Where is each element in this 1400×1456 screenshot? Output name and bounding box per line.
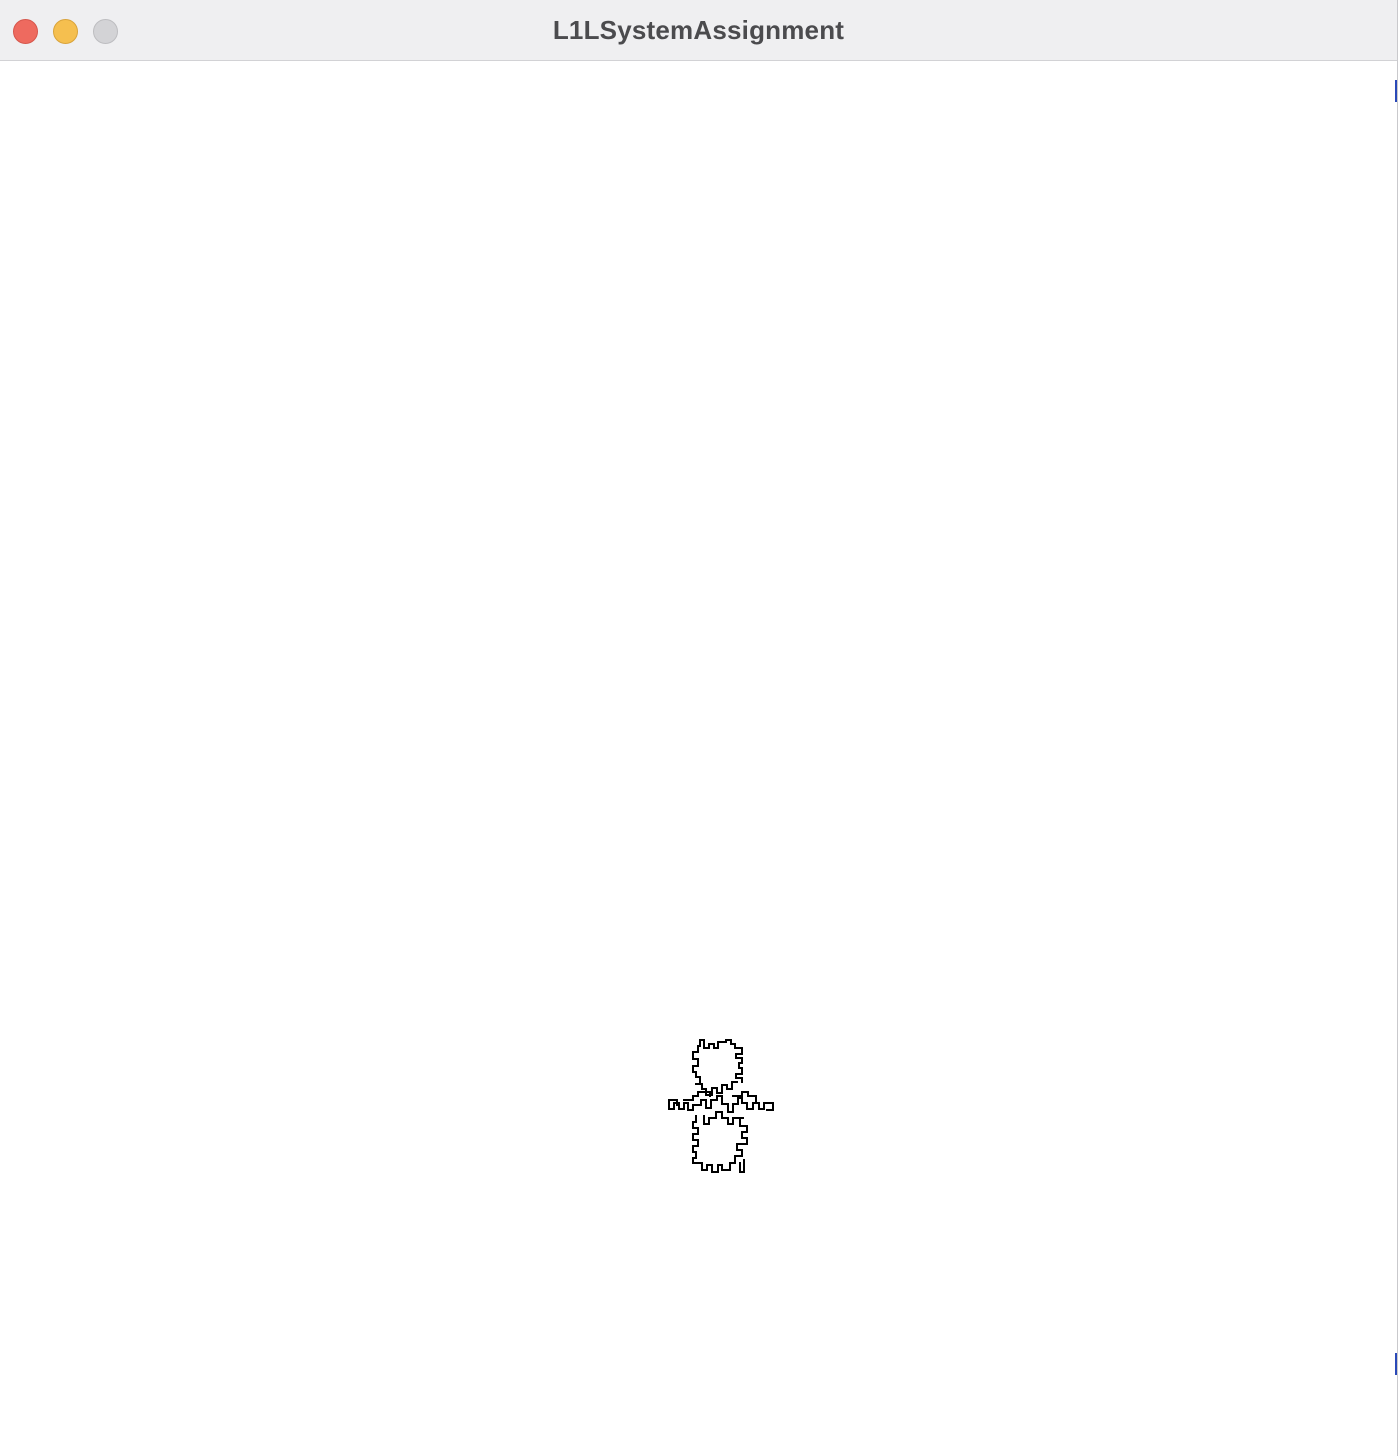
fractal-lower-inner <box>703 1111 739 1125</box>
fractal-lower-loop <box>692 1115 748 1173</box>
window-title: L1LSystemAssignment <box>552 15 845 45</box>
lsystem-fractal-drawing <box>668 1039 774 1173</box>
app-window: L1LSystemAssignment <box>0 0 1398 1456</box>
fractal-upper-loop <box>692 1039 743 1083</box>
fractal-middle-band <box>668 1095 774 1113</box>
fractal-upper-inner <box>695 1081 738 1096</box>
edge-accent-bottom <box>1395 1353 1397 1375</box>
drawing-canvas <box>0 61 1397 1456</box>
fractal-lower-tail <box>739 1159 745 1173</box>
edge-accent-top <box>1395 80 1397 102</box>
fractal-middle-right <box>732 1091 757 1104</box>
title-bar[interactable]: L1LSystemAssignment <box>0 0 1397 61</box>
